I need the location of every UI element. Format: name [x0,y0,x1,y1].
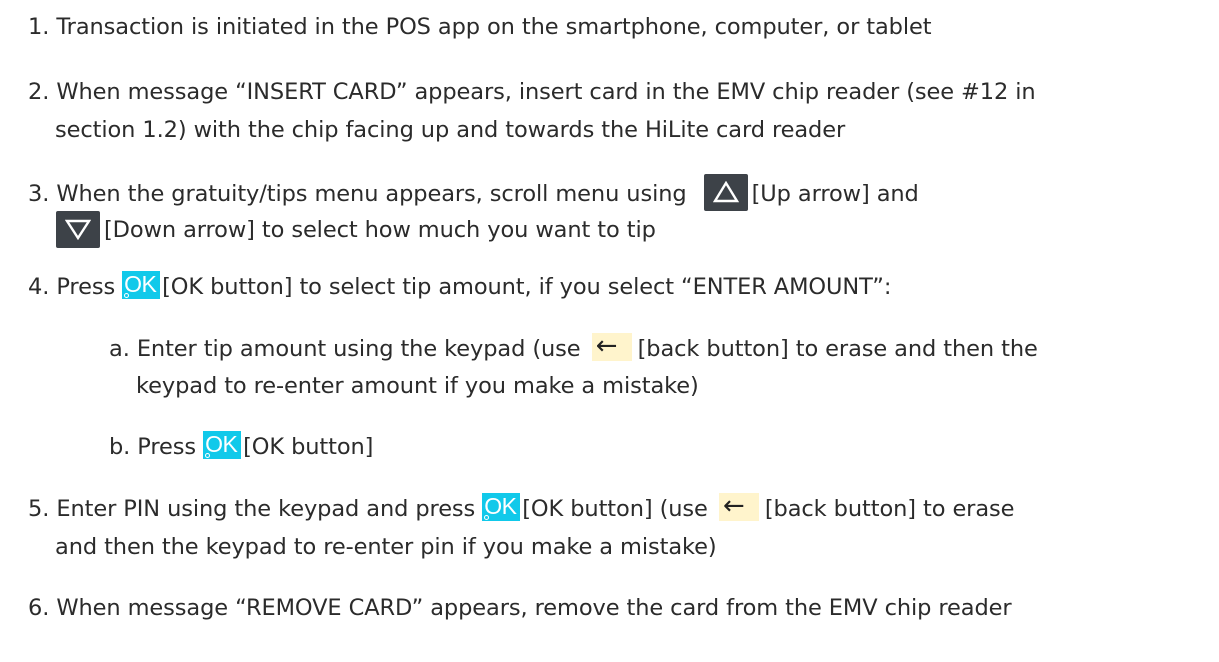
step-2-line-2: section 1.2) with the chip facing up and… [55,114,845,146]
step-number: 6. [28,595,50,621]
step-text: [OK button] to select tip amount, if you… [162,274,892,300]
step-6: 6. When message “REMOVE CARD” appears, r… [28,592,1012,624]
step-number: b. [109,434,131,460]
ok-key-dot [484,514,490,520]
ok-key-label: OK [124,270,157,297]
step-4b: b. Press OK [OK button] [109,430,374,463]
ok-key-icon: OK [203,430,242,459]
step-2-line-1: 2. When message “INSERT CARD” appears, i… [28,76,1036,108]
step-number: 2. [28,79,50,105]
ok-key-icon: OK [122,270,161,299]
step-3-line-2: [Down arrow] to select how much you want… [56,211,656,249]
step-text: [OK button] [243,434,374,460]
step-text: Press [56,274,116,300]
step-5-line-1: 5. Enter PIN using the keypad and press … [28,490,1015,525]
step-number: 1. [28,14,50,40]
instruction-document: 1. Transaction is initiated in the POS a… [0,0,1219,662]
up-arrow-key [703,174,748,211]
step-text: keypad to re-enter amount if you make a … [136,373,699,399]
step-number: a. [109,336,130,362]
ok-key-label: OK [205,430,238,457]
step-text: Press [137,434,197,460]
step-text: Enter PIN using the keypad and press [56,496,476,522]
step-text: Transaction is initiated in the POS app … [56,14,932,40]
step-text: and then the keypad to re-enter pin if y… [55,534,717,560]
step-text: [OK button] (use [522,496,708,522]
step-text: Enter tip amount using the keypad (use [136,336,581,362]
step-number: 3. [28,181,50,207]
down-triangle-icon [65,219,91,240]
back-arrow-glyph: ← [722,490,745,521]
step-3-line-1: 3. When the gratuity/tips menu appears, … [28,174,919,213]
step-text: When the gratuity/tips menu appears, scr… [56,181,687,207]
step-number: 4. [28,274,50,300]
ok-key-dot [124,292,130,298]
step-text: When message “REMOVE CARD” appears, remo… [56,595,1012,621]
back-key-icon: ← [718,490,759,521]
step-text: [back button] to erase and then the [637,336,1038,362]
ok-key-label: OK [484,492,517,519]
back-key-icon: ← [591,330,632,361]
step-4: 4. Press OK [OK button] to select tip am… [28,270,892,303]
back-arrow-glyph: ← [595,330,618,361]
ok-key-dot [205,452,211,458]
step-1: 1. Transaction is initiated in the POS a… [28,11,932,43]
step-text: When message “INSERT CARD” appears, inse… [56,79,1036,105]
step-text: [back button] to erase [764,496,1015,522]
step-4a-line-1: a. Enter tip amount using the keypad (us… [109,330,1038,365]
ok-key-icon: OK [482,492,521,521]
down-arrow-key [56,211,100,248]
step-5-line-2: and then the keypad to re-enter pin if y… [55,531,717,563]
up-triangle-icon [712,181,739,203]
step-number: 5. [28,496,50,522]
step-text: [Down arrow] to select how much you want… [104,217,656,243]
step-4a-line-2: keypad to re-enter amount if you make a … [136,370,699,402]
step-text: [Up arrow] and [751,181,919,207]
step-text: section 1.2) with the chip facing up and… [55,117,846,143]
